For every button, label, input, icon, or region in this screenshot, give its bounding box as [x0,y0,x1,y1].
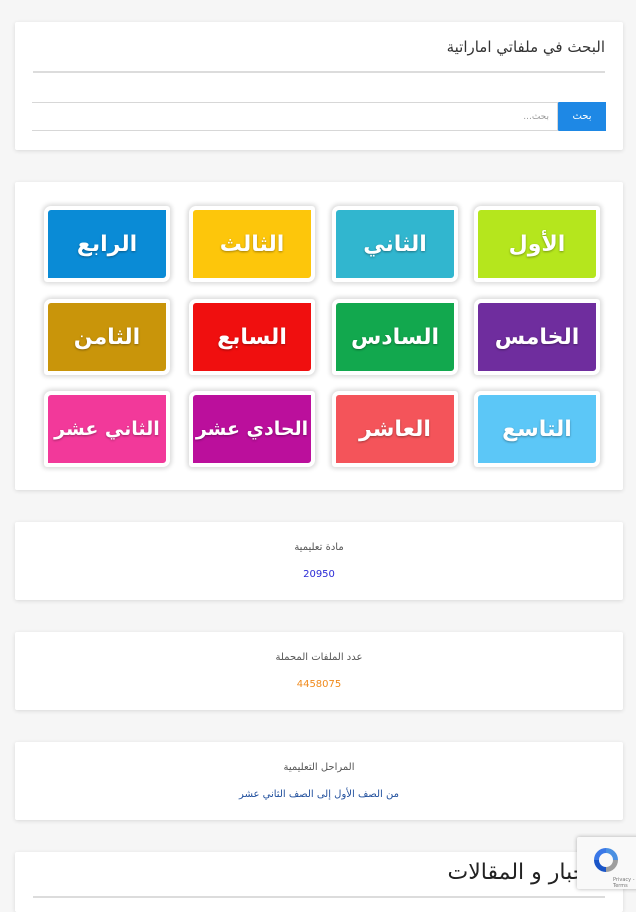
grade-tile-4[interactable]: الرابع [44,206,170,282]
grade-tile-9[interactable]: التاسع [474,391,600,467]
grade-tile-5[interactable]: الخامس [474,299,600,375]
grade-tile-1[interactable]: الأول [474,206,600,282]
search-form: بحث [32,102,606,131]
search-divider [33,71,605,73]
stat-label: المراحل التعليمية [283,762,355,773]
stat-card-stages: المراحل التعليمية من الصف الأول إلى الصف… [15,742,623,820]
news-divider [33,896,605,898]
recaptcha-badge[interactable]: Privacy - Terms [577,837,636,889]
stat-card-materials: مادة تعليمية 20950 [15,522,623,600]
grade-tile-6[interactable]: السادس [332,299,458,375]
stat-label: مادة تعليمية [294,542,344,553]
search-input[interactable] [32,102,558,131]
stat-card-downloads: عدد الملفات المحملة 4458075 [15,632,623,710]
grades-card: الأول الثاني الثالث الرابع الخامس السادس… [15,182,623,490]
news-card: الأخبار و المقالات [15,852,623,912]
stat-label: عدد الملفات المحملة [275,652,363,663]
grade-tile-10[interactable]: العاشر [332,391,458,467]
stat-value: 20950 [303,569,335,580]
grade-tile-12[interactable]: الثاني عشر [44,391,170,467]
grade-tile-11[interactable]: الحادي عشر [189,391,315,467]
recaptcha-text: Privacy - Terms [613,877,635,889]
search-title: البحث في ملفاتي اماراتية [446,38,605,56]
stat-value: 4458075 [296,679,342,690]
grade-tile-3[interactable]: الثالث [189,206,315,282]
grade-tile-7[interactable]: السابع [189,299,315,375]
stat-value: من الصف الأول إلى الصف الثاني عشر [239,789,399,800]
grade-tile-8[interactable]: الثامن [44,299,170,375]
grade-tile-2[interactable]: الثاني [332,206,458,282]
search-card: البحث في ملفاتي اماراتية بحث [15,22,623,150]
recaptcha-icon [594,848,618,872]
search-button[interactable]: بحث [558,102,606,131]
